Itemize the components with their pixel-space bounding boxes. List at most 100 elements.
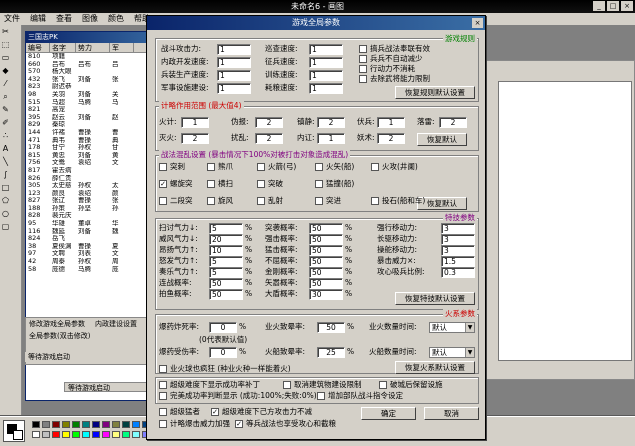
misc-checkbox[interactable] bbox=[159, 381, 167, 389]
strategy-field-input[interactable]: 2 bbox=[317, 117, 345, 128]
fire-input[interactable]: 50 bbox=[317, 322, 345, 333]
ellipse-icon[interactable]: ○ bbox=[1, 209, 10, 218]
tab-global-params[interactable]: 修改游戏全局参数 bbox=[29, 319, 85, 329]
color-swatch[interactable] bbox=[32, 431, 40, 438]
brush-icon[interactable]: ✐ bbox=[1, 118, 10, 127]
tactic-checkbox[interactable] bbox=[371, 197, 379, 205]
fire-time-select[interactable]: 默认 ▼ bbox=[429, 347, 475, 358]
fire-input[interactable]: 25 bbox=[317, 347, 345, 358]
color-swatch[interactable] bbox=[122, 431, 130, 438]
skill-input[interactable]: 50 bbox=[309, 256, 343, 267]
strategy-field-input[interactable]: 2 bbox=[439, 117, 467, 128]
misc-checkbox[interactable] bbox=[159, 408, 167, 416]
skill-input[interactable]: 1.5 bbox=[441, 256, 475, 267]
restore-strategy-button[interactable]: 恢复默认 bbox=[417, 133, 467, 146]
rule-field-input[interactable]: 1 bbox=[217, 57, 251, 68]
skill-input[interactable]: 50 bbox=[309, 223, 343, 234]
tactic-checkbox[interactable] bbox=[159, 197, 167, 205]
restore-skill-button[interactable]: 恢复特技默认设置 bbox=[395, 292, 475, 305]
col-force[interactable]: 势力 bbox=[76, 43, 110, 52]
rule-field-input[interactable]: 1 bbox=[217, 44, 251, 55]
skill-input[interactable]: 3 bbox=[441, 223, 475, 234]
skill-input[interactable]: 50 bbox=[209, 278, 243, 289]
strategy-field-input[interactable]: 2 bbox=[377, 133, 405, 144]
color-swatch[interactable] bbox=[52, 431, 60, 438]
rule-field-input[interactable]: 1 bbox=[217, 83, 251, 94]
strategy-field-input[interactable]: 2 bbox=[255, 117, 283, 128]
skill-input[interactable]: 50 bbox=[309, 234, 343, 245]
color-swatch[interactable] bbox=[92, 431, 100, 438]
tactic-checkbox[interactable] bbox=[315, 163, 323, 171]
skill-input[interactable]: 50 bbox=[309, 267, 343, 278]
color-swatch[interactable] bbox=[82, 421, 90, 428]
close-button[interactable]: × bbox=[621, 1, 633, 11]
pencil-icon[interactable]: ✎ bbox=[1, 105, 10, 114]
fire-input[interactable]: 0 bbox=[209, 347, 237, 358]
strategy-field-input[interactable]: 1 bbox=[181, 117, 209, 128]
color-swatch[interactable] bbox=[102, 431, 110, 438]
skill-input[interactable]: 50 bbox=[309, 245, 343, 256]
tactic-checkbox[interactable] bbox=[257, 163, 265, 171]
rule-checkbox[interactable] bbox=[359, 55, 367, 63]
tactic-checkbox[interactable] bbox=[207, 180, 215, 188]
rect-icon[interactable]: □ bbox=[1, 183, 10, 192]
misc-checkbox[interactable] bbox=[317, 392, 325, 400]
tactic-checkbox[interactable] bbox=[371, 163, 379, 171]
color-swatch[interactable] bbox=[72, 431, 80, 438]
rule-field-input[interactable]: 1 bbox=[309, 70, 343, 81]
col-name[interactable]: 名字 bbox=[50, 43, 76, 52]
tactic-checkbox[interactable] bbox=[315, 197, 323, 205]
rule-field-input[interactable]: 1 bbox=[309, 44, 343, 55]
menu-colors[interactable]: 颜色 bbox=[108, 13, 124, 25]
color-swatch[interactable] bbox=[62, 431, 70, 438]
tactic-checkbox[interactable] bbox=[207, 163, 215, 171]
fire-time-select[interactable]: 默认 ▼ bbox=[429, 322, 475, 333]
misc-checkbox[interactable] bbox=[283, 381, 291, 389]
restore-rules-button[interactable]: 恢复规则默认设置 bbox=[395, 86, 475, 99]
strategy-field-input[interactable]: 1 bbox=[317, 133, 345, 144]
rule-field-input[interactable]: 1 bbox=[217, 70, 251, 81]
tactic-checkbox[interactable] bbox=[207, 197, 215, 205]
skill-input[interactable]: 0.3 bbox=[441, 267, 475, 278]
color-swatch[interactable] bbox=[132, 421, 140, 428]
skill-input[interactable]: 50 bbox=[309, 278, 343, 289]
skill-input[interactable]: 3 bbox=[441, 234, 475, 245]
tactic-checkbox[interactable] bbox=[257, 180, 265, 188]
cancel-button[interactable]: 取消 bbox=[424, 407, 479, 420]
misc-checkbox[interactable] bbox=[379, 381, 387, 389]
dialog-close-button[interactable]: × bbox=[472, 18, 483, 28]
restore-fire-button[interactable]: 恢复火系默认设置 bbox=[395, 361, 475, 374]
color-swatch[interactable] bbox=[92, 421, 100, 428]
tab-internal-affairs[interactable]: 内政建设设置 bbox=[95, 319, 137, 329]
eraser-icon[interactable]: ▭ bbox=[1, 53, 10, 62]
menu-edit[interactable]: 编辑 bbox=[30, 13, 46, 25]
zoom-icon[interactable]: ⌕ bbox=[1, 92, 10, 101]
minimize-button[interactable]: _ bbox=[593, 1, 605, 11]
skill-input[interactable]: 5 bbox=[209, 256, 243, 267]
text-icon[interactable]: A bbox=[1, 144, 10, 153]
airbrush-icon[interactable]: ∴ bbox=[1, 131, 10, 140]
rule-checkbox[interactable] bbox=[359, 65, 367, 73]
fire-input[interactable]: 0 bbox=[209, 322, 237, 333]
strategy-field-input[interactable]: 2 bbox=[255, 133, 283, 144]
picker-icon[interactable]: ⁄ bbox=[1, 79, 10, 88]
rule-field-input[interactable]: 1 bbox=[309, 57, 343, 68]
col-id[interactable]: 编号 bbox=[26, 43, 50, 52]
skill-input[interactable]: 5 bbox=[209, 223, 243, 234]
fire-crazy-checkbox[interactable] bbox=[159, 365, 167, 373]
color-swatch[interactable] bbox=[132, 431, 140, 438]
color-swatch[interactable] bbox=[82, 431, 90, 438]
rule-field-input[interactable]: 1 bbox=[309, 83, 343, 94]
skill-input[interactable]: 10 bbox=[209, 245, 243, 256]
current-colors[interactable] bbox=[3, 420, 25, 442]
ok-button[interactable]: 确定 bbox=[361, 407, 416, 420]
misc-checkbox[interactable]: ✓ bbox=[211, 408, 219, 416]
strategy-field-input[interactable]: 1 bbox=[377, 117, 405, 128]
strategy-field-input[interactable]: 2 bbox=[181, 133, 209, 144]
line-icon[interactable]: ╲ bbox=[1, 157, 10, 166]
tactic-checkbox[interactable]: ✓ bbox=[159, 180, 167, 188]
col-army[interactable]: 军 bbox=[110, 43, 134, 52]
color-swatch[interactable] bbox=[42, 421, 50, 428]
rule-checkbox[interactable] bbox=[359, 75, 367, 83]
color-swatch[interactable] bbox=[62, 421, 70, 428]
